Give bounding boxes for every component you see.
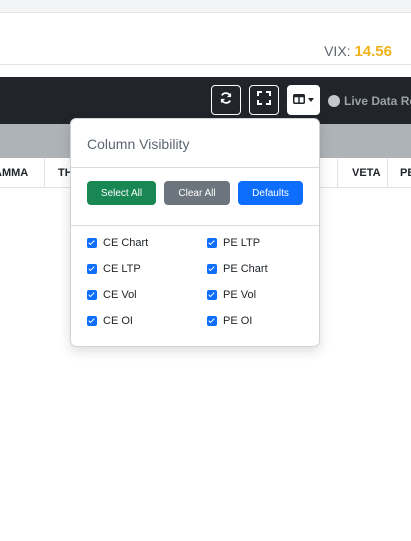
checkbox-label: PE Chart — [223, 263, 268, 275]
checkbox-checked-icon[interactable] — [207, 290, 217, 300]
checkbox-checked-icon[interactable] — [87, 264, 97, 274]
checkbox-label: CE Vol — [103, 289, 137, 301]
checkbox-ce-chart[interactable]: CE Chart — [87, 237, 148, 249]
column-header[interactable]: PE — [388, 158, 411, 188]
column-visibility-toggle[interactable] — [287, 85, 320, 115]
checkbox-pe-ltp[interactable]: PE LTP — [207, 237, 260, 249]
checkbox-label: PE OI — [223, 315, 253, 327]
select-all-button[interactable]: Select All — [87, 181, 156, 205]
fullscreen-icon — [257, 90, 271, 110]
checkbox-pe-oi[interactable]: PE OI — [207, 315, 252, 327]
checkbox-checked-icon[interactable] — [207, 264, 217, 274]
clear-all-button[interactable]: Clear All — [164, 181, 230, 205]
vix-value: 14.56 — [354, 43, 392, 60]
columns-icon — [293, 91, 305, 109]
divider — [71, 167, 319, 168]
checkbox-ce-ltp[interactable]: CE LTP — [87, 263, 141, 275]
fullscreen-button[interactable] — [249, 85, 279, 115]
checkbox-checked-icon[interactable] — [87, 316, 97, 326]
table-toolbar: Live Data Re — [0, 77, 411, 124]
top-band — [0, 0, 411, 12]
column-header[interactable]: AMMA — [0, 158, 45, 188]
refresh-icon — [219, 91, 233, 110]
checkbox-checked-icon[interactable] — [87, 238, 97, 248]
checkbox-checked-icon[interactable] — [207, 316, 217, 326]
column-visibility-dropdown: Column Visibility Select All Clear All D… — [70, 118, 320, 347]
defaults-button[interactable]: Defaults — [238, 181, 303, 205]
checkbox-checked-icon[interactable] — [87, 290, 97, 300]
live-status-dot — [328, 95, 340, 107]
market-info-bar: VIX: 14.56 — [0, 12, 411, 65]
dropdown-title: Column Visibility — [87, 136, 190, 152]
refresh-button[interactable] — [211, 85, 241, 115]
column-header[interactable]: VETA — [338, 158, 388, 188]
divider — [71, 225, 319, 226]
checkbox-checked-icon[interactable] — [207, 238, 217, 248]
vix-label: VIX: — [324, 43, 351, 59]
checkbox-ce-vol[interactable]: CE Vol — [87, 289, 137, 301]
checkbox-pe-vol[interactable]: PE Vol — [207, 289, 256, 301]
checkbox-pe-chart[interactable]: PE Chart — [207, 263, 268, 275]
checkbox-label: PE LTP — [223, 237, 261, 249]
checkbox-label: CE LTP — [103, 263, 141, 275]
checkbox-label: PE Vol — [223, 289, 257, 301]
chevron-down-icon — [308, 98, 314, 102]
vix-indicator: VIX: 14.56 — [324, 43, 392, 60]
checkbox-label: CE OI — [103, 315, 133, 327]
checkbox-ce-oi[interactable]: CE OI — [87, 315, 133, 327]
live-data-toggle[interactable]: Live Data Re — [328, 94, 411, 108]
checkbox-label: CE Chart — [103, 237, 149, 249]
live-data-label: Live Data Re — [344, 94, 411, 108]
